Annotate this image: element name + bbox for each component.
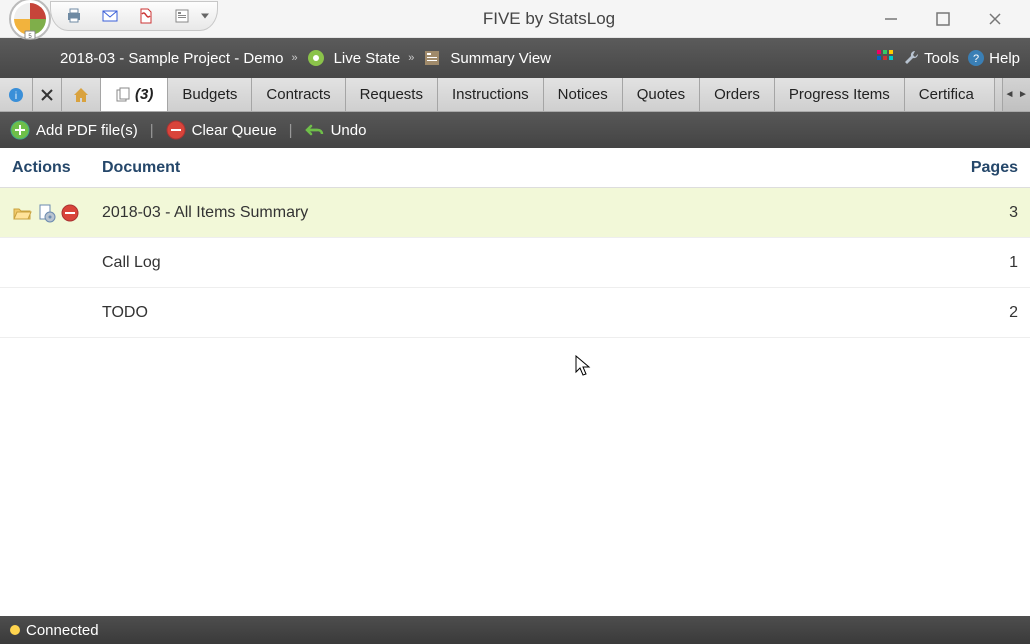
tools-label: Tools xyxy=(924,50,959,67)
remove-circle-icon[interactable] xyxy=(60,203,80,223)
action-toolbar: Add PDF file(s) | Clear Queue | Undo xyxy=(0,112,1030,148)
cursor-icon xyxy=(575,355,593,379)
chevron-right-icon: » xyxy=(408,52,414,64)
close-button[interactable] xyxy=(984,8,1006,30)
live-state-icon xyxy=(306,48,326,68)
svg-text:i: i xyxy=(15,91,17,102)
title-bar: 5 FIVE by StatsLog xyxy=(0,0,1030,38)
tab-notices[interactable]: Notices xyxy=(544,78,623,111)
undo-label: Undo xyxy=(331,122,367,139)
table-row[interactable]: TODO 2 xyxy=(0,288,1030,338)
tab-bar: i (3) Budgets Contracts Requests Instruc… xyxy=(0,78,1030,112)
window-title: FIVE by StatsLog xyxy=(218,9,880,29)
breadcrumb-project[interactable]: 2018-03 - Sample Project - Demo xyxy=(60,50,283,67)
tab-requests[interactable]: Requests xyxy=(346,78,438,111)
breadcrumb-state[interactable]: Live State xyxy=(306,48,401,68)
help-label: Help xyxy=(989,50,1020,67)
tab-orders[interactable]: Orders xyxy=(700,78,775,111)
plus-circle-icon xyxy=(10,120,30,140)
tab-quotes[interactable]: Quotes xyxy=(623,78,700,111)
page-settings-icon[interactable] xyxy=(36,203,56,223)
tab-scroll-right[interactable]: ► xyxy=(1016,78,1030,111)
minus-circle-icon xyxy=(166,120,186,140)
mail-icon[interactable] xyxy=(101,7,119,25)
tab-instructions[interactable]: Instructions xyxy=(438,78,544,111)
info-icon: i xyxy=(8,87,24,103)
maximize-button[interactable] xyxy=(932,8,954,30)
status-text: Connected xyxy=(26,622,99,639)
tab-certificates[interactable]: Certifica xyxy=(905,78,995,111)
cell-pages: 3 xyxy=(948,204,1018,222)
tab-close[interactable] xyxy=(33,78,62,111)
undo-icon xyxy=(305,120,325,140)
tab-info[interactable]: i xyxy=(0,78,33,111)
folder-open-icon[interactable] xyxy=(12,203,32,223)
close-icon xyxy=(41,89,53,101)
breadcrumb-state-label: Live State xyxy=(334,50,401,67)
tab-documents-count: (3) xyxy=(135,86,153,103)
cell-document: TODO xyxy=(102,304,948,322)
app-logo[interactable]: 5 xyxy=(6,0,54,43)
help-button[interactable]: ? Help xyxy=(967,49,1020,67)
cell-document: 2018-03 - All Items Summary xyxy=(102,204,948,222)
quick-access-toolbar xyxy=(50,1,218,31)
breadcrumb-view[interactable]: Summary View xyxy=(422,48,551,68)
table-row[interactable]: Call Log 1 xyxy=(0,238,1030,288)
clear-queue-button[interactable]: Clear Queue xyxy=(166,120,277,140)
tab-label: Certifica xyxy=(919,86,974,103)
help-icon: ? xyxy=(967,49,985,67)
pdf-icon[interactable] xyxy=(137,7,155,25)
tab-budgets[interactable]: Budgets xyxy=(168,78,252,111)
tab-label: Quotes xyxy=(637,86,685,103)
cell-pages: 2 xyxy=(948,304,1018,322)
breadcrumb-bar: 2018-03 - Sample Project - Demo » Live S… xyxy=(0,38,1030,78)
window-controls xyxy=(880,8,1006,30)
col-header-document[interactable]: Document xyxy=(102,159,948,177)
tab-label: Instructions xyxy=(452,86,529,103)
breadcrumb-project-label: 2018-03 - Sample Project - Demo xyxy=(60,50,283,67)
add-pdf-label: Add PDF file(s) xyxy=(36,122,138,139)
tools-button[interactable]: Tools xyxy=(902,49,959,67)
col-header-pages[interactable]: Pages xyxy=(948,159,1018,177)
status-indicator-icon xyxy=(10,625,20,635)
status-bar: Connected xyxy=(0,616,1030,644)
tab-label: Contracts xyxy=(266,86,330,103)
separator: | xyxy=(150,122,154,139)
cell-document: Call Log xyxy=(102,254,948,272)
documents-icon xyxy=(115,87,131,103)
tab-documents[interactable]: (3) xyxy=(101,78,168,111)
table-header: Actions Document Pages xyxy=(0,148,1030,188)
col-header-actions[interactable]: Actions xyxy=(12,159,102,177)
svg-text:?: ? xyxy=(973,53,979,65)
clear-queue-label: Clear Queue xyxy=(192,122,277,139)
tab-label: Progress Items xyxy=(789,86,890,103)
wrench-icon xyxy=(902,49,920,67)
print-icon[interactable] xyxy=(65,7,83,25)
minimize-button[interactable] xyxy=(880,8,902,30)
tab-label: Notices xyxy=(558,86,608,103)
cell-pages: 1 xyxy=(948,254,1018,272)
undo-button[interactable]: Undo xyxy=(305,120,367,140)
table-row[interactable]: 2018-03 - All Items Summary 3 xyxy=(0,188,1030,238)
chevron-right-icon: » xyxy=(291,52,297,64)
add-pdf-button[interactable]: Add PDF file(s) xyxy=(10,120,138,140)
export-icon[interactable] xyxy=(173,7,191,25)
summary-view-icon xyxy=(422,48,442,68)
tab-label: Budgets xyxy=(182,86,237,103)
tab-label: Requests xyxy=(360,86,423,103)
home-icon xyxy=(72,86,90,104)
tab-contracts[interactable]: Contracts xyxy=(252,78,345,111)
apps-grid-icon[interactable] xyxy=(876,49,894,67)
tab-label: Orders xyxy=(714,86,760,103)
tab-scroll-left[interactable]: ◄ xyxy=(1002,78,1016,111)
tab-progress-items[interactable]: Progress Items xyxy=(775,78,905,111)
tab-home[interactable] xyxy=(62,78,101,111)
breadcrumb-view-label: Summary View xyxy=(450,50,551,67)
separator: | xyxy=(289,122,293,139)
